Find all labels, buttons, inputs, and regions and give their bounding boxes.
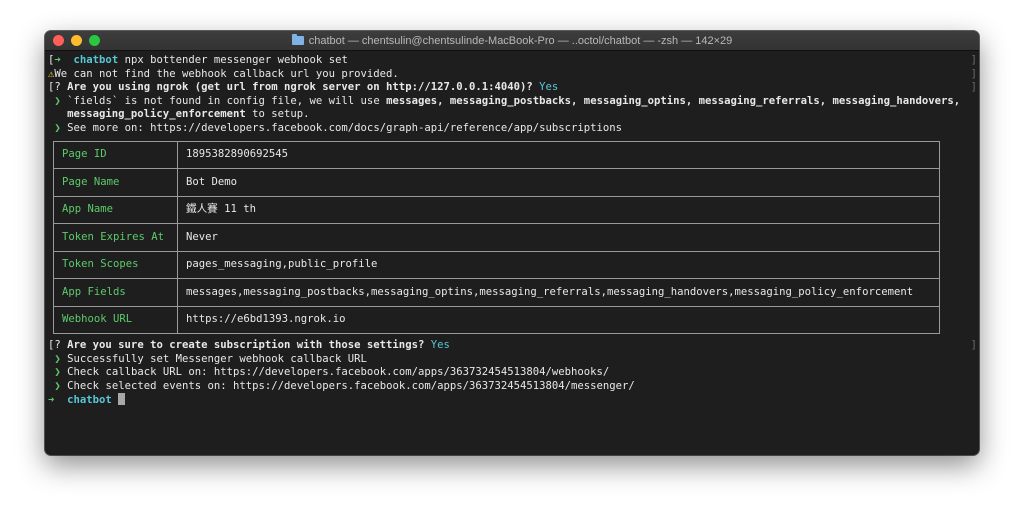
see-more-text: See more on: https://developers.facebook… — [67, 121, 623, 134]
events-line: ❯ Check selected events on: https://deve… — [48, 380, 979, 394]
table-row: App Name 鐵人賽 11 th — [53, 195, 940, 225]
command-line: [➜ chatbot npx bottender messenger webho… — [48, 54, 979, 68]
table-row: Page ID 1895382890692545 — [53, 140, 940, 170]
events-text: Check selected events on: https://develo… — [67, 379, 635, 392]
callback-line: ❯ Check callback URL on: https://develop… — [48, 366, 979, 380]
line-edge-mark: ] — [970, 67, 977, 80]
warning-line: ⚠We can not find the webhook callback ur… — [48, 68, 979, 82]
row-key: App Name — [53, 195, 178, 225]
folder-icon — [291, 34, 304, 45]
question-ngrok-text: Are you using ngrok (get url from ngrok … — [67, 81, 533, 94]
fields-line-1: ❯ `fields` is not found in config file, … — [48, 95, 979, 109]
fields-line-2: messaging_policy_enforcement to setup. — [48, 108, 979, 122]
row-key: Token Scopes — [53, 250, 178, 280]
zoom-button[interactable] — [89, 35, 100, 46]
question-line-ngrok: [? Are you using ngrok (get url from ngr… — [48, 81, 979, 95]
table-row: Webhook URL https://e6bd1393.ngrok.io — [53, 305, 940, 335]
row-value: pages_messaging,public_profile — [177, 250, 940, 280]
chevron-icon: ❯ — [54, 94, 61, 107]
chevron-icon: ❯ — [54, 379, 61, 392]
terminal-window: chatbot — chentsulin@chentsulinde-MacBoo… — [45, 31, 979, 455]
minimize-button[interactable] — [71, 35, 82, 46]
success-line: ❯ Successfully set Messenger webhook cal… — [48, 353, 979, 367]
window-controls — [53, 35, 100, 46]
see-more-line: ❯ See more on: https://developers.facebo… — [48, 122, 979, 136]
prompt-directory: chatbot — [67, 394, 112, 407]
row-value: messages,messaging_postbacks,messaging_o… — [177, 278, 940, 307]
prompt-arrow-icon: ➜ — [54, 54, 61, 66]
question-confirm-text: Are you sure to create subscription with… — [67, 339, 425, 352]
fields-list: messages, messaging_postbacks, messaging… — [386, 94, 961, 107]
line-edge-mark: ] — [970, 54, 977, 66]
title-bar[interactable]: chatbot — chentsulin@chentsulinde-MacBoo… — [45, 31, 979, 51]
settings-table: Page ID 1895382890692545 Page Name Bot Dem… — [53, 140, 940, 335]
command-text: npx bottender messenger webhook set — [124, 54, 348, 66]
final-prompt-line: ➜ chatbot — [48, 393, 979, 407]
callback-text: Check callback URL on: https://developer… — [67, 366, 610, 379]
row-key: Page ID — [53, 140, 178, 170]
row-value: https://e6bd1393.ngrok.io — [177, 305, 940, 335]
table-row: Token Expires At Never — [53, 223, 940, 252]
row-key: Webhook URL — [53, 305, 178, 335]
answer-ngrok: Yes — [539, 81, 559, 94]
warning-text: We can not find the webhook callback url… — [54, 67, 399, 80]
row-key: App Fields — [53, 278, 178, 307]
row-value: Bot Demo — [177, 168, 940, 197]
line-edge-mark: ] — [970, 339, 977, 352]
chevron-icon: ❯ — [54, 352, 61, 365]
line-edge-mark: ] — [970, 81, 977, 94]
question-line-confirm: [? Are you sure to create subscription w… — [48, 339, 979, 353]
success-text: Successfully set Messenger webhook callb… — [67, 352, 367, 365]
row-value: 1895382890692545 — [177, 140, 940, 170]
chevron-icon: ❯ — [54, 121, 61, 134]
window-title-text: chatbot — chentsulin@chentsulinde-MacBoo… — [308, 34, 733, 47]
prompt-arrow-icon: ➜ — [48, 394, 55, 407]
row-key: Page Name — [53, 168, 178, 197]
row-key: Token Expires At — [53, 223, 178, 252]
row-value: 鐵人賽 11 th — [177, 195, 940, 225]
chevron-icon: ❯ — [54, 366, 61, 379]
terminal-output[interactable]: [➜ chatbot npx bottender messenger webho… — [45, 51, 979, 449]
table-row: App Fields messages,messaging_postbacks,m… — [53, 278, 940, 307]
fields-list-cont: messaging_policy_enforcement — [67, 108, 246, 121]
fields-tail: to setup. — [252, 108, 310, 121]
table-row: Token Scopes pages_messaging,public_profi… — [53, 250, 940, 280]
text-cursor — [118, 393, 126, 406]
table-row: Page Name Bot Demo — [53, 168, 940, 197]
question-mark: [? — [48, 339, 61, 352]
close-button[interactable] — [53, 35, 64, 46]
window-title: chatbot — chentsulin@chentsulinde-MacBoo… — [291, 34, 733, 47]
question-mark: [? — [48, 81, 61, 94]
answer-confirm: Yes — [430, 339, 450, 352]
fields-text: `fields` is not found in config file, we… — [67, 94, 380, 107]
row-value: Never — [177, 223, 940, 252]
prompt-directory: chatbot — [73, 54, 119, 66]
